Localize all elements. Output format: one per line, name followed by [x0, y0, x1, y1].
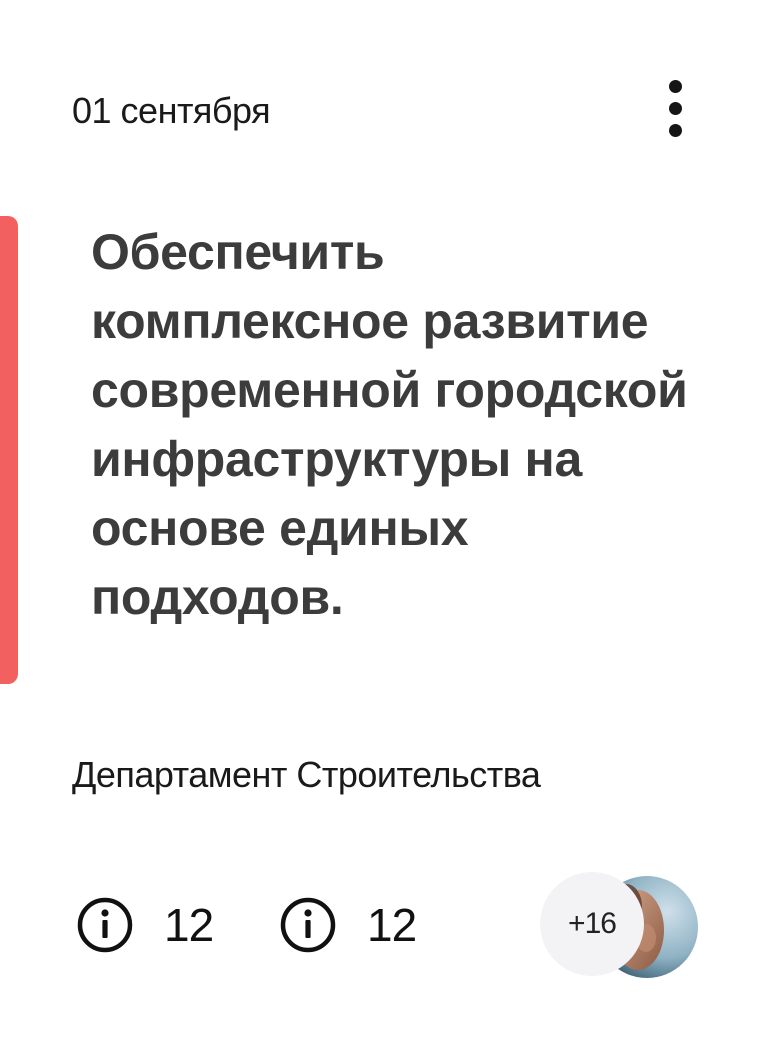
department-label: Департамент Строительства	[72, 754, 541, 795]
stat-item[interactable]: 12	[75, 895, 214, 955]
stat-count: 12	[367, 899, 417, 951]
more-participants-badge[interactable]: +16	[540, 872, 644, 976]
info-icon	[77, 897, 133, 953]
stat-count: 12	[164, 899, 214, 951]
task-card[interactable]: 01 сентября Обеспечить комплексное разви…	[0, 0, 783, 1050]
stat-item[interactable]: 12	[278, 895, 417, 955]
more-options-button[interactable]	[656, 78, 696, 140]
card-date: 01 сентября	[72, 90, 271, 131]
info-icon	[280, 897, 336, 953]
more-vertical-icon-dot	[669, 124, 682, 137]
priority-accent-bar	[0, 216, 18, 684]
more-vertical-icon	[669, 80, 682, 93]
card-title[interactable]: Обеспечить комплексное развитие современ…	[91, 218, 711, 632]
more-vertical-icon-dot	[669, 102, 682, 115]
